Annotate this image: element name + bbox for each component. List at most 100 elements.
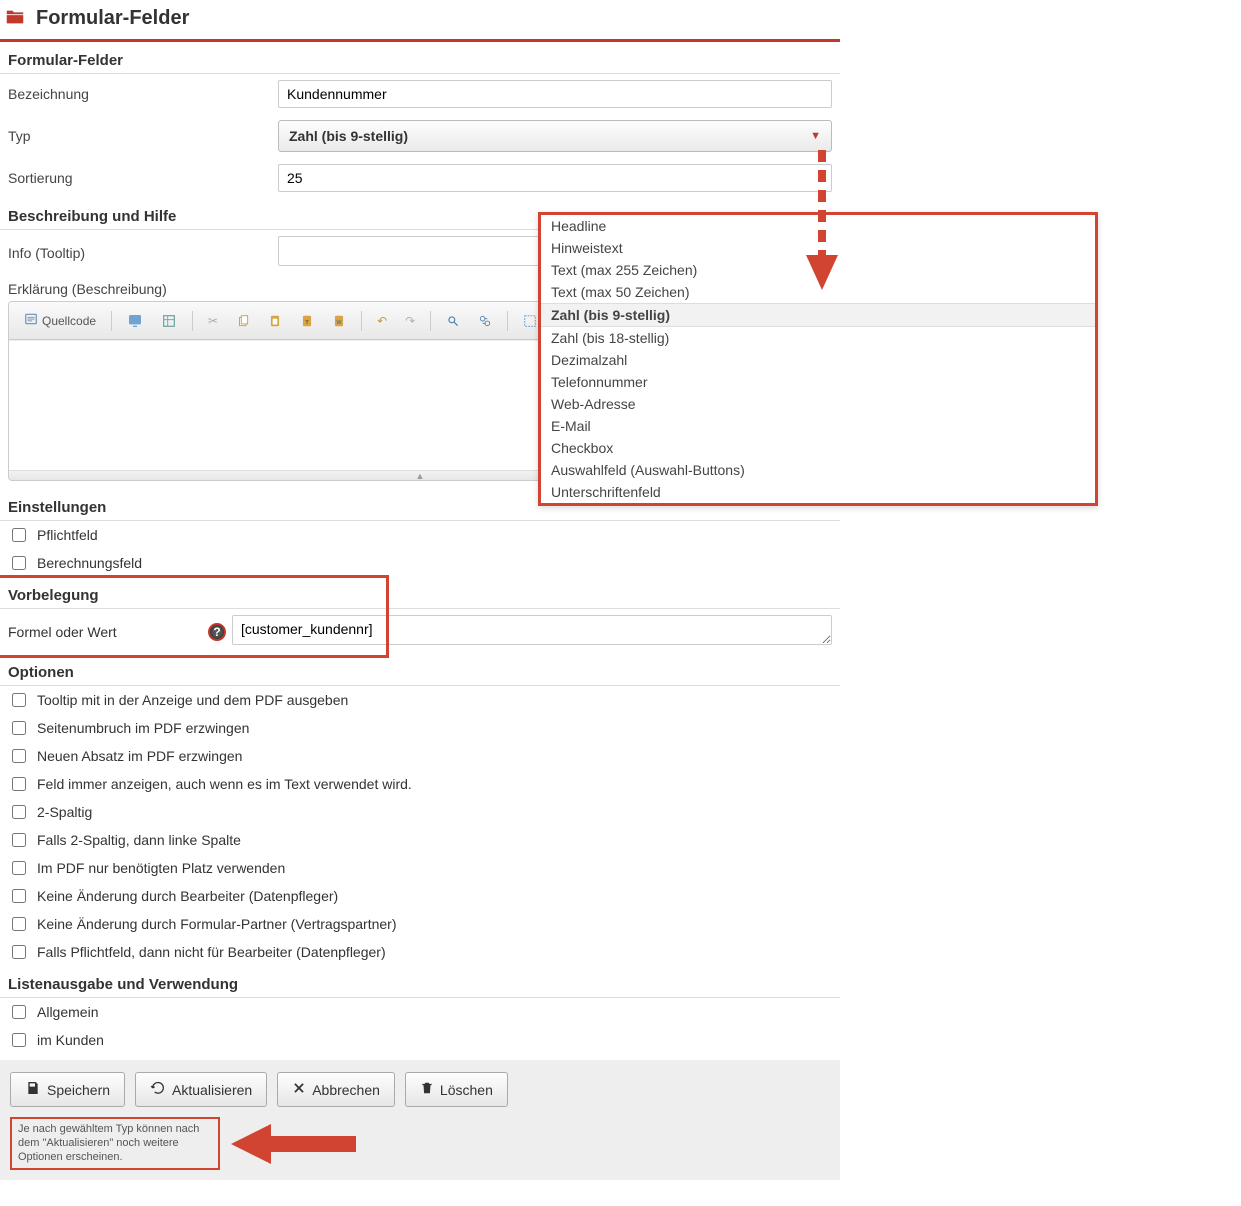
option-check-row: Falls 2-Spaltig, dann linke Spalte [0, 826, 840, 854]
listen-check-label: im Kunden [37, 1032, 104, 1048]
editor-cut-button[interactable]: ✂ [201, 310, 225, 332]
typ-option[interactable]: Checkbox [541, 437, 1095, 459]
folder-icon [4, 6, 26, 31]
option-check-label: Keine Änderung durch Formular-Partner (V… [37, 916, 397, 932]
option-check-label: Falls 2-Spaltig, dann linke Spalte [37, 832, 241, 848]
typ-option[interactable]: Dezimalzahl [541, 349, 1095, 371]
editor-replace-button[interactable] [471, 310, 499, 332]
option-check-checkbox[interactable] [12, 917, 26, 931]
option-check-label: 2-Spaltig [37, 804, 92, 820]
editor-paste-text-button[interactable]: T [293, 310, 321, 332]
toolbar-separator [507, 311, 508, 331]
source-icon [24, 312, 38, 329]
typ-option[interactable]: Auswahlfeld (Auswahl-Buttons) [541, 459, 1095, 481]
refresh-icon [150, 1080, 166, 1099]
option-check-checkbox[interactable] [12, 833, 26, 847]
editor-preview-button[interactable] [120, 309, 150, 333]
typ-option[interactable]: E-Mail [541, 415, 1095, 437]
option-check-label: Falls Pflichtfeld, dann nicht für Bearbe… [37, 944, 386, 960]
typ-option[interactable]: Headline [541, 215, 1095, 237]
option-check-checkbox[interactable] [12, 721, 26, 735]
editor-paste-word-button[interactable]: W [325, 310, 353, 332]
typ-option[interactable]: Zahl (bis 18-stellig) [541, 327, 1095, 349]
page-header: Formular-Felder [0, 0, 840, 42]
listen-check-row: im Kunden [0, 1026, 840, 1054]
settings-check-checkbox[interactable] [12, 556, 26, 570]
typ-option[interactable]: Hinweistext [541, 237, 1095, 259]
cancel-icon [292, 1081, 306, 1098]
listen-check-checkbox[interactable] [12, 1005, 26, 1019]
input-sortierung[interactable] [278, 164, 832, 192]
listen-check-checkbox[interactable] [12, 1033, 26, 1047]
editor-copy-button[interactable] [229, 310, 257, 332]
typ-option[interactable]: Text (max 50 Zeichen) [541, 281, 1095, 303]
label-erklaerung: Erklärung (Beschreibung) [8, 281, 278, 297]
editor-paste-button[interactable] [261, 310, 289, 332]
option-check-label: Keine Änderung durch Bearbeiter (Datenpf… [37, 888, 338, 904]
cancel-button[interactable]: Abbrechen [277, 1072, 395, 1107]
option-check-checkbox[interactable] [12, 749, 26, 763]
editor-redo-button[interactable]: ↷ [398, 310, 422, 332]
option-check-checkbox[interactable] [12, 889, 26, 903]
option-check-row: Seitenumbruch im PDF erzwingen [0, 714, 840, 742]
option-check-label: Neuen Absatz im PDF erzwingen [37, 748, 242, 764]
row-formel: Formel oder Wert ? [0, 609, 840, 654]
option-check-row: Feld immer anzeigen, auch wenn es im Tex… [0, 770, 840, 798]
label-formel: Formel oder Wert [8, 624, 208, 640]
typ-option[interactable]: Telefonnummer [541, 371, 1095, 393]
section-formular-felder: Formular-Felder [0, 42, 840, 74]
toolbar-separator [430, 311, 431, 331]
listen-check-row: Allgemein [0, 998, 840, 1026]
toolbar-separator [192, 311, 193, 331]
typ-option[interactable]: Unterschriftenfeld [541, 481, 1095, 503]
refresh-button[interactable]: Aktualisieren [135, 1072, 267, 1107]
typ-option[interactable]: Web-Adresse [541, 393, 1095, 415]
typ-option[interactable]: Zahl (bis 9-stellig) [541, 303, 1095, 327]
editor-source-label: Quellcode [42, 314, 96, 328]
select-typ-value: Zahl (bis 9-stellig) [289, 128, 408, 144]
input-bezeichnung[interactable] [278, 80, 832, 108]
action-bar: Speichern Aktualisieren Abbrechen Lösche… [0, 1060, 840, 1180]
select-typ[interactable]: Zahl (bis 9-stellig) ▼ [278, 120, 832, 152]
label-typ: Typ [8, 128, 278, 144]
delete-label: Löschen [440, 1082, 493, 1098]
editor-find-button[interactable] [439, 310, 467, 332]
refresh-label: Aktualisieren [172, 1082, 252, 1098]
cancel-label: Abbrechen [312, 1082, 380, 1098]
option-check-checkbox[interactable] [12, 777, 26, 791]
option-check-label: Seitenumbruch im PDF erzwingen [37, 720, 249, 736]
option-check-row: Neuen Absatz im PDF erzwingen [0, 742, 840, 770]
option-check-row: 2-Spaltig [0, 798, 840, 826]
svg-text:W: W [337, 319, 342, 325]
label-sortierung: Sortierung [8, 170, 278, 186]
option-check-label: Tooltip mit in der Anzeige und dem PDF a… [37, 692, 348, 708]
section-optionen: Optionen [0, 654, 840, 686]
settings-check-label: Pflichtfeld [37, 527, 98, 543]
delete-button[interactable]: Löschen [405, 1072, 508, 1107]
option-check-checkbox[interactable] [12, 805, 26, 819]
label-info: Info (Tooltip) [8, 245, 278, 261]
settings-check-checkbox[interactable] [12, 528, 26, 542]
input-formel[interactable] [232, 615, 832, 645]
option-check-row: Im PDF nur benötigten Platz verwenden [0, 854, 840, 882]
section-listen: Listenausgabe und Verwendung [0, 966, 840, 998]
option-check-checkbox[interactable] [12, 945, 26, 959]
editor-undo-button[interactable]: ↶ [370, 310, 394, 332]
page-title: Formular-Felder [36, 7, 189, 30]
save-button[interactable]: Speichern [10, 1072, 125, 1107]
option-check-row: Keine Änderung durch Formular-Partner (V… [0, 910, 840, 938]
option-check-label: Feld immer anzeigen, auch wenn es im Tex… [37, 776, 412, 792]
hint-box: Je nach gewähltem Typ können nach dem "A… [10, 1117, 220, 1170]
option-check-row: Tooltip mit in der Anzeige und dem PDF a… [0, 686, 840, 714]
help-icon[interactable]: ? [208, 623, 226, 641]
editor-source-button[interactable]: Quellcode [17, 308, 103, 333]
toolbar-separator [111, 311, 112, 331]
option-check-checkbox[interactable] [12, 861, 26, 875]
editor-template-button[interactable] [154, 309, 184, 333]
option-check-checkbox[interactable] [12, 693, 26, 707]
save-label: Speichern [47, 1082, 110, 1098]
typ-option[interactable]: Text (max 255 Zeichen) [541, 259, 1095, 281]
listen-check-label: Allgemein [37, 1004, 98, 1020]
section-vorbelegung: Vorbelegung [0, 577, 840, 609]
caret-down-icon: ▼ [810, 130, 821, 142]
